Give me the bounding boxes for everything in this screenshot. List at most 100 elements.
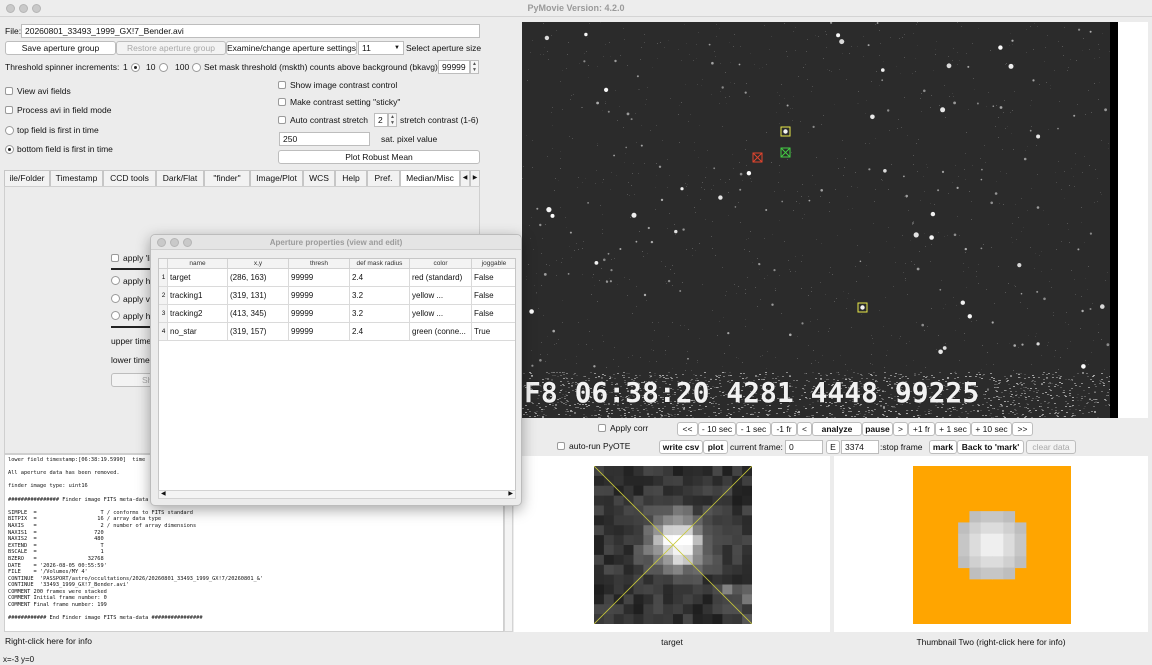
sticky-contrast-checkbox[interactable] xyxy=(278,98,286,106)
minus-1-sec-button[interactable]: - 1 sec xyxy=(736,422,771,436)
table-horizontal-scrollbar[interactable]: ◀ ▶ xyxy=(158,490,516,499)
aperture-properties-dialog[interactable]: Aperture properties (view and edit) name… xyxy=(150,234,522,506)
stretch-input[interactable]: 2 xyxy=(374,113,388,127)
top-field-first-radio[interactable] xyxy=(5,126,14,135)
step-back-button[interactable]: < xyxy=(797,422,812,436)
minus-1-frame-button[interactable]: -1 fr xyxy=(771,422,797,436)
threshold-option-10-radio[interactable] xyxy=(159,63,168,72)
column-header-joggable[interactable]: joggable xyxy=(472,259,515,269)
mask-threshold-spinner[interactable]: ▲ ▼ xyxy=(470,60,479,74)
threshold-option-1-radio[interactable] xyxy=(131,63,140,72)
apply-ho-radio-2[interactable] xyxy=(111,311,120,320)
table-cell-color[interactable]: yellow ... xyxy=(410,305,472,323)
clear-data-button[interactable]: clear data xyxy=(1026,440,1076,454)
thumbnail-one[interactable] xyxy=(594,466,752,624)
forward-page-button[interactable]: >> xyxy=(1012,422,1033,436)
column-header-color[interactable]: color xyxy=(410,259,472,269)
plot-robust-mean-button[interactable]: Plot Robust Mean xyxy=(278,150,480,164)
dialog-close-button[interactable] xyxy=(157,238,166,247)
stop-frame-input[interactable]: 3374 xyxy=(841,440,879,454)
table-cell-thresh[interactable]: 99999 xyxy=(289,323,350,341)
table-cell-color[interactable]: yellow ... xyxy=(410,287,472,305)
table-cell-name[interactable]: tracking2 xyxy=(168,305,228,323)
stretch-spinner[interactable]: ▲ ▼ xyxy=(388,113,397,127)
table-cell-xy[interactable]: (319, 157) xyxy=(228,323,289,341)
table-cell-xy[interactable]: (413, 345) xyxy=(228,305,289,323)
step-forward-button[interactable]: > xyxy=(893,422,908,436)
table-cell-thresh[interactable]: 99999 xyxy=(289,287,350,305)
show-contrast-checkbox[interactable] xyxy=(278,81,286,89)
current-frame-input[interactable]: 0 xyxy=(785,440,823,454)
minus-10-sec-button[interactable]: - 10 sec xyxy=(698,422,736,436)
apply-li-checkbox[interactable] xyxy=(111,254,119,262)
sat-pixel-input[interactable]: 250 xyxy=(279,132,370,146)
tab-timestamp[interactable]: Timestamp xyxy=(50,170,103,186)
restore-aperture-group-button[interactable]: Restore aperture group xyxy=(116,41,226,55)
back-page-button[interactable]: << xyxy=(677,422,698,436)
tab-wcs[interactable]: WCS xyxy=(303,170,335,186)
apply-ho-radio-1[interactable] xyxy=(111,276,120,285)
table-cell-joggable[interactable]: False xyxy=(472,287,515,305)
dialog-minimize-button[interactable] xyxy=(170,238,179,247)
table-cell-xy[interactable]: (319, 131) xyxy=(228,287,289,305)
tab-dark-flat[interactable]: Dark/Flat xyxy=(156,170,204,186)
plus-1-frame-button[interactable]: +1 fr xyxy=(908,422,935,436)
analyze-button[interactable]: analyze xyxy=(812,422,862,436)
plus-1-sec-button[interactable]: + 1 sec xyxy=(935,422,971,436)
aperture-table[interactable]: name x,y thresh def mask radius color jo… xyxy=(158,258,516,492)
table-cell-xy[interactable]: (286, 163) xyxy=(228,269,289,287)
tab-scroll-left-icon[interactable]: ◀ xyxy=(460,170,470,186)
threshold-option-100-radio[interactable] xyxy=(192,63,201,72)
table-cell-thresh[interactable]: 99999 xyxy=(289,269,350,287)
tab-image-plot[interactable]: Image/Plot xyxy=(250,170,303,186)
save-aperture-group-button[interactable]: Save aperture group xyxy=(5,41,116,55)
tab-scroll-right-icon[interactable]: ▶ xyxy=(470,170,480,186)
table-cell-name[interactable]: target xyxy=(168,269,228,287)
video-frame-view[interactable]: F8 06:38:20 4281 4448 99225 xyxy=(522,22,1118,418)
tab-median-misc[interactable]: Median/Misc xyxy=(400,170,460,186)
table-cell-radius[interactable]: 2.4 xyxy=(350,323,410,341)
bottom-field-first-radio[interactable] xyxy=(5,145,14,154)
tab-help[interactable]: Help xyxy=(335,170,367,186)
thumbnail-two[interactable] xyxy=(913,466,1071,624)
tab-file-folder[interactable]: ile/Folder xyxy=(4,170,50,186)
column-header-thresh[interactable]: thresh xyxy=(289,259,350,269)
e-button[interactable]: E xyxy=(826,440,840,454)
table-cell-color[interactable]: green (conne... xyxy=(410,323,472,341)
aperture-size-select[interactable]: 11 ▼ xyxy=(358,41,404,55)
apply-ve-radio[interactable] xyxy=(111,294,120,303)
column-header-name[interactable]: name xyxy=(168,259,228,269)
scroll-left-icon[interactable]: ◀ xyxy=(161,491,166,498)
apply-corr-checkbox[interactable] xyxy=(598,424,606,432)
table-cell-joggable[interactable]: False xyxy=(472,305,515,323)
examine-aperture-settings-button[interactable]: Examine/change aperture settings xyxy=(226,41,357,55)
pause-button[interactable]: pause xyxy=(862,422,893,436)
table-cell-joggable[interactable]: True xyxy=(472,323,515,341)
back-to-mark-button[interactable]: Back to 'mark' xyxy=(957,440,1024,454)
mark-button[interactable]: mark xyxy=(929,440,957,454)
mask-threshold-input[interactable]: 99999 xyxy=(438,60,470,74)
dialog-zoom-button[interactable] xyxy=(183,238,192,247)
auto-contrast-checkbox[interactable] xyxy=(278,116,286,124)
table-cell-thresh[interactable]: 99999 xyxy=(289,305,350,323)
table-cell-radius[interactable]: 3.2 xyxy=(350,305,410,323)
column-header-xy[interactable]: x,y xyxy=(228,259,289,269)
scroll-right-icon[interactable]: ▶ xyxy=(508,491,513,498)
column-header-mask-radius[interactable]: def mask radius xyxy=(350,259,410,269)
write-csv-button[interactable]: write csv xyxy=(659,440,703,454)
auto-run-pyote-checkbox[interactable] xyxy=(557,442,565,450)
table-cell-name[interactable]: no_star xyxy=(168,323,228,341)
tab-pref[interactable]: Pref. xyxy=(367,170,400,186)
table-cell-radius[interactable]: 3.2 xyxy=(350,287,410,305)
table-cell-radius[interactable]: 2.4 xyxy=(350,269,410,287)
tab-finder[interactable]: "finder" xyxy=(204,170,250,186)
plot-button[interactable]: plot xyxy=(703,440,728,454)
table-cell-joggable[interactable]: False xyxy=(472,269,515,287)
plus-10-sec-button[interactable]: + 10 sec xyxy=(971,422,1012,436)
table-cell-color[interactable]: red (standard) xyxy=(410,269,472,287)
show-button[interactable]: Sh xyxy=(111,373,155,387)
table-cell-name[interactable]: tracking1 xyxy=(168,287,228,305)
process-field-mode-checkbox[interactable] xyxy=(5,106,13,114)
file-path-field[interactable]: 20260801_33493_1999_GX!7_Bender.avi xyxy=(21,24,480,38)
view-avi-fields-checkbox[interactable] xyxy=(5,87,13,95)
